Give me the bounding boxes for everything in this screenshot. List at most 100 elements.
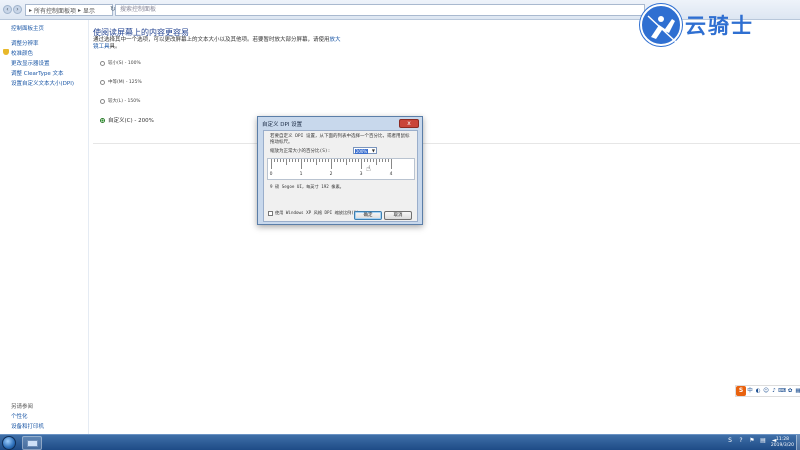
ruler-tick: [376, 159, 377, 165]
watermark-text: 云骑士: [685, 14, 754, 38]
ruler-tick: [331, 159, 332, 169]
xp-scaling-checkbox[interactable]: 使用 Windows XP 风格 DPI 缩放比例(U): [268, 210, 359, 216]
ruler-tick: [271, 159, 272, 169]
chinese-mode-icon[interactable]: 中: [746, 386, 754, 396]
checkbox-label: 使用 Windows XP 风格 DPI 缩放比例(U): [275, 210, 359, 215]
ruler-tick: [382, 159, 383, 162]
ruler-tick: [277, 159, 278, 162]
watermark-logo: 云骑士: [640, 4, 754, 46]
ruler-tick: [349, 159, 350, 162]
ruler-tick: [337, 159, 338, 162]
option-custom[interactable]: 自定义(C) - 200%: [100, 116, 154, 124]
scale-combobox[interactable]: 200% ▼: [353, 147, 377, 154]
sidebar-divider: [88, 20, 89, 434]
sidebar-item-custom-dpi[interactable]: 设置自定义文本大小(DPI): [11, 79, 74, 87]
ruler-tick: [388, 159, 389, 162]
network-icon[interactable]: ▤: [759, 437, 767, 445]
radio-button[interactable]: [100, 60, 105, 66]
ok-button[interactable]: 确定: [354, 211, 382, 220]
sidebar-item-display-settings[interactable]: 更改显示器设置: [11, 59, 50, 67]
shield-icon: [3, 49, 9, 55]
close-button[interactable]: x: [399, 119, 419, 128]
flag-icon[interactable]: ⚑: [748, 437, 756, 445]
breadcrumb-display[interactable]: 显示: [83, 6, 95, 15]
option-smaller[interactable]: 较小(S) - 100%: [100, 60, 141, 66]
knight-emblem-icon: [640, 4, 682, 46]
taskbar-control-panel[interactable]: [22, 436, 42, 450]
radio-button-selected[interactable]: [100, 117, 105, 123]
start-button[interactable]: [2, 436, 16, 450]
ruler-number: 3: [359, 172, 363, 177]
see-also-devices[interactable]: 设备和打印机: [11, 422, 44, 430]
ruler-tick: [283, 159, 284, 162]
content-divider: [93, 143, 800, 144]
radio-button[interactable]: [100, 79, 105, 85]
ruler-tick: [325, 159, 326, 162]
ruler-tick: [274, 159, 275, 162]
scale-value: 200%: [355, 148, 368, 154]
description-end: 具。: [109, 44, 121, 50]
ruler-tick: [280, 159, 281, 162]
ruler-tick: [355, 159, 356, 162]
checkbox[interactable]: [268, 211, 273, 216]
ruler-tick: [343, 159, 344, 162]
ruler-tick: [289, 159, 290, 162]
see-also-personalize[interactable]: 个性化: [11, 412, 28, 420]
ruler-tick: [316, 159, 317, 165]
ruler-tick: [364, 159, 365, 162]
keyboard-icon[interactable]: ⌨: [778, 386, 786, 396]
forward-button[interactable]: ›: [13, 5, 22, 14]
ruler-tick: [370, 159, 371, 162]
sidebar-item-resolution[interactable]: 调整分辨率: [11, 39, 39, 47]
custom-dpi-dialog: 自定义 DPI 设置 x 若要自定义 DPI 设置，从下面的列表中选择一个百分比…: [257, 116, 423, 225]
page-description: 通过选择其中一个选项，可以更改屏幕上的文本大小以及其他项。若要暂时放大部分屏幕，…: [93, 37, 343, 51]
option-label: 自定义(C) - 200%: [108, 118, 154, 124]
skin-icon[interactable]: ✿: [786, 386, 794, 396]
ruler-tick: [295, 159, 296, 162]
option-label: 较小(S) - 100%: [108, 61, 141, 66]
ruler-tick: [346, 159, 347, 165]
ruler-tick: [319, 159, 320, 162]
breadcrumb-all-items[interactable]: 所有控制面板项: [34, 6, 76, 15]
sidebar-item-cleartype[interactable]: 调整 ClearType 文本: [11, 69, 64, 77]
sidebar-home-link[interactable]: 控制面板主页: [11, 24, 44, 32]
show-desktop-button[interactable]: [796, 435, 800, 450]
ruler-number: 1: [299, 172, 303, 177]
breadcrumb-arrow-icon: ▸: [29, 6, 33, 14]
dpi-ruler[interactable]: 0 1 2 3 4: [267, 158, 415, 180]
see-also-heading: 另请参阅: [11, 404, 34, 410]
punctuation-icon[interactable]: ◐: [754, 386, 762, 396]
ruler-number: 0: [269, 172, 273, 177]
dialog-instruction: 若要自定义 DPI 设置，从下面的列表中选择一个百分比，或者用鼠标拖动标尺。: [270, 134, 410, 145]
option-label: 中等(M) - 125%: [108, 80, 142, 85]
cancel-button[interactable]: 取消: [384, 211, 412, 220]
clock-date: 2019/3/20: [770, 443, 794, 448]
microphone-icon[interactable]: ♪: [770, 386, 778, 396]
ruler-tick: [322, 159, 323, 162]
ruler-tick: [298, 159, 299, 162]
sidebar-item-calibrate[interactable]: 校准颜色: [11, 49, 33, 57]
ruler-tick: [313, 159, 314, 162]
chevron-down-icon[interactable]: ▼: [372, 148, 375, 154]
ime-tray-icon[interactable]: S: [726, 437, 734, 445]
ruler-tick: [292, 159, 293, 162]
clock[interactable]: 11:28 2019/3/20: [771, 437, 794, 449]
option-medium[interactable]: 中等(M) - 125%: [100, 79, 142, 85]
option-larger[interactable]: 较大(L) - 150%: [100, 98, 140, 104]
radio-button[interactable]: [100, 98, 105, 104]
window-icon: [27, 440, 38, 447]
back-button[interactable]: ‹: [3, 5, 12, 14]
sogou-icon[interactable]: S: [736, 386, 746, 396]
address-field[interactable]: ▸ 所有控制面板项 ▸ 显示: [25, 4, 113, 16]
toolbox-icon[interactable]: ▦: [794, 386, 800, 396]
emoji-icon[interactable]: ☺: [762, 386, 770, 396]
dialog-body: 若要自定义 DPI 设置，从下面的列表中选择一个百分比，或者用鼠标拖动标尺。 缩…: [263, 130, 418, 222]
ruler-tick: [373, 159, 374, 162]
ruler-tick: [358, 159, 359, 162]
search-input[interactable]: 搜索控制面板: [115, 4, 645, 16]
ruler-tick: [307, 159, 308, 162]
ime-toolbar: S 中 ◐ ☺ ♪ ⌨ ✿ ▦: [735, 385, 800, 397]
sidebar: 控制面板主页 调整分辨率 校准颜色 更改显示器设置 调整 ClearType 文…: [0, 20, 88, 434]
help-icon[interactable]: ?: [737, 437, 745, 445]
ruler-tick: [367, 159, 368, 162]
